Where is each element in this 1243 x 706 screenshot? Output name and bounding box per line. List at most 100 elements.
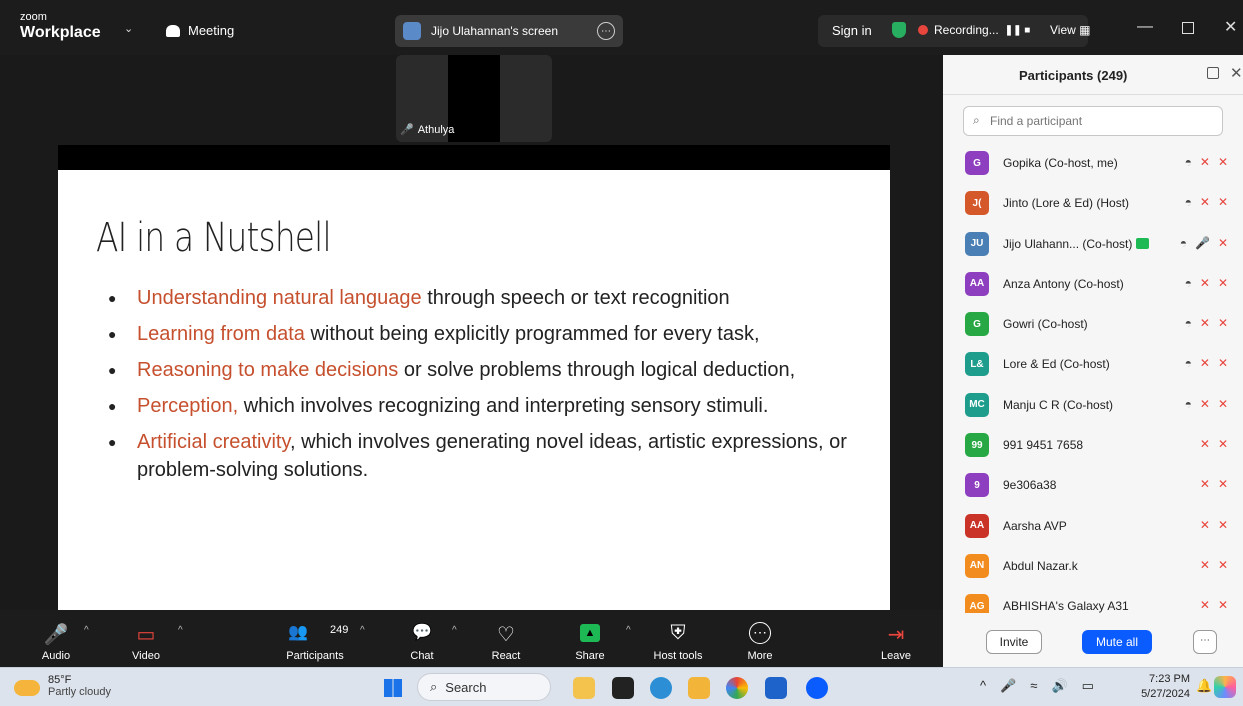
video-button[interactable]: ▭ Video bbox=[128, 610, 164, 667]
view-button[interactable]: View ▦ bbox=[1050, 23, 1090, 37]
mic-muted-icon[interactable]: ✕ bbox=[1200, 276, 1210, 290]
chat-caret-icon[interactable]: ^ bbox=[452, 625, 457, 636]
mic-muted-icon[interactable]: ✕ bbox=[1200, 558, 1210, 572]
mic-muted-icon[interactable]: ✕ bbox=[1200, 477, 1210, 491]
participant-avatar: 99 bbox=[965, 433, 989, 458]
participant-row[interactable]: G Gowri (Co-host) ◓ ✕ ✕ bbox=[943, 304, 1243, 344]
participant-status-icons: ◓ 🎤 ✕ bbox=[1180, 236, 1228, 250]
recording-indicator[interactable]: Recording... ❚❚ ■ bbox=[918, 23, 1030, 37]
mic-muted-icon[interactable]: ✕ bbox=[1200, 397, 1210, 411]
mic-muted-icon[interactable]: ✕ bbox=[1200, 155, 1210, 169]
participant-name: Manju C R (Co-host) bbox=[1003, 398, 1113, 412]
participant-row[interactable]: J(Jinto (Lore & Ed) (Host) ◓ ✕ ✕ bbox=[943, 183, 1243, 223]
invite-button[interactable]: Invite bbox=[986, 630, 1042, 654]
copilot-icon[interactable] bbox=[1214, 676, 1236, 698]
more-button[interactable]: ⋯ More bbox=[742, 610, 778, 667]
participant-row[interactable]: JU Jijo Ulahann... (Co-host) ◓ 🎤 ✕ bbox=[943, 224, 1243, 264]
react-button[interactable]: ♡ React bbox=[488, 610, 524, 667]
video-off-icon: ✕ bbox=[1217, 517, 1228, 532]
caption-icon: ◓ bbox=[1184, 195, 1192, 210]
video-caret-icon[interactable]: ^ bbox=[178, 625, 183, 636]
participant-status-icons: ◓ ✕ ✕ bbox=[1185, 195, 1228, 209]
wifi-icon[interactable]: ≈ bbox=[1030, 678, 1037, 694]
windows-start-icon[interactable] bbox=[384, 679, 402, 697]
search-input[interactable] bbox=[990, 107, 1210, 135]
share-button[interactable]: ▲ Share bbox=[572, 610, 608, 667]
participant-row[interactable]: AA Anza Antony (Co-host) ◓ ✕ ✕ bbox=[943, 264, 1243, 304]
mic-muted-icon[interactable]: ✕ bbox=[1200, 437, 1210, 451]
mic-muted-icon[interactable]: ✕ bbox=[1200, 518, 1210, 532]
mic-muted-icon[interactable]: ✕ bbox=[1200, 195, 1210, 209]
participants-caret-icon[interactable]: ^ bbox=[360, 625, 365, 636]
weather-widget[interactable]: 85°F Partly cloudy bbox=[14, 674, 111, 698]
participant-row[interactable]: MC Manju C R (Co-host) ◓ ✕ ✕ bbox=[943, 385, 1243, 425]
file-explorer-icon[interactable] bbox=[688, 677, 710, 699]
caption-icon: ◓ bbox=[1184, 396, 1192, 411]
volume-icon[interactable]: 🔊 bbox=[1051, 678, 1067, 694]
recording-label: Recording... bbox=[934, 23, 999, 37]
sign-in-button[interactable]: Sign in bbox=[832, 23, 872, 38]
participant-row[interactable]: 99 991 9451 7658 ✕ ✕ bbox=[943, 425, 1243, 465]
mute-all-button[interactable]: Mute all bbox=[1082, 630, 1152, 654]
thumbnail-tile-video[interactable] bbox=[448, 55, 500, 142]
minimize-icon[interactable]: — bbox=[1137, 18, 1153, 36]
share-caret-icon[interactable]: ^ bbox=[626, 625, 631, 636]
participant-name-text: Aarsha AVP bbox=[1003, 518, 1067, 533]
participant-name-text: 991 9451 7658 bbox=[1003, 438, 1084, 453]
slide-letterbox bbox=[58, 145, 890, 170]
chat-label: Chat bbox=[410, 650, 434, 662]
shield-icon[interactable] bbox=[892, 22, 906, 38]
participant-name: Jinto (Lore & Ed) (Host) bbox=[1003, 196, 1129, 210]
participant-row[interactable]: AN Abdul Nazar.k ✕ ✕ bbox=[943, 546, 1243, 586]
zoom-app-icon[interactable] bbox=[806, 677, 828, 699]
chevron-down-icon[interactable]: ⌄ bbox=[124, 22, 133, 35]
participant-row[interactable]: 9 9e306a38 ✕ ✕ bbox=[943, 465, 1243, 505]
close-icon[interactable]: ✕ bbox=[1224, 17, 1237, 37]
thumbnail-name-tag: 🎤 Athulya bbox=[400, 123, 454, 137]
system-clock[interactable]: 7:23 PM 5/27/2024 bbox=[1118, 672, 1190, 702]
widgets-app-icon[interactable] bbox=[573, 677, 595, 699]
participant-name-text: Abdul Nazar.k bbox=[1003, 558, 1078, 573]
more-icon[interactable]: ⋯ bbox=[597, 22, 615, 40]
microphone-icon[interactable]: 🎤 bbox=[1000, 678, 1016, 694]
task-view-icon[interactable] bbox=[612, 677, 634, 699]
popout-icon[interactable] bbox=[1207, 67, 1219, 79]
weather-temperature: 85°F bbox=[48, 674, 72, 686]
camera-app-icon[interactable] bbox=[765, 677, 787, 699]
edge-browser-icon[interactable] bbox=[650, 677, 672, 699]
participant-row[interactable]: G Gopika (Co-host, me) ◓ ✕ ✕ bbox=[943, 143, 1243, 183]
participant-search[interactable]: ⌕ bbox=[963, 106, 1223, 136]
meeting-button[interactable]: Meeting bbox=[166, 23, 234, 38]
shared-screen-indicator[interactable]: Jijo Ulahannan's screen ⋯ bbox=[395, 15, 623, 47]
presenter-avatar bbox=[403, 22, 421, 40]
mic-muted-icon[interactable]: ✕ bbox=[1200, 316, 1210, 330]
close-icon[interactable]: ✕ bbox=[1230, 64, 1243, 82]
participant-row[interactable]: AG ABHISHA's Galaxy A31 ✕ ✕ bbox=[943, 586, 1243, 613]
participant-row[interactable]: L& Lore & Ed (Co-host) ◓ ✕ ✕ bbox=[943, 344, 1243, 384]
participant-name-text: Jinto (Lore & Ed) (Host) bbox=[1003, 196, 1130, 211]
audio-button[interactable]: 🎤 Audio bbox=[38, 610, 74, 667]
chat-button[interactable]: 💬 Chat bbox=[404, 610, 440, 667]
mic-icon[interactable]: 🎤 bbox=[1195, 236, 1210, 250]
participant-row[interactable]: AA Aarsha AVP ✕ ✕ bbox=[943, 506, 1243, 546]
leave-button[interactable]: ⇥ Leave bbox=[876, 610, 916, 667]
battery-icon[interactable]: ▭ bbox=[1082, 678, 1094, 694]
notification-icon[interactable]: 🔔 bbox=[1196, 678, 1212, 694]
host-tools-button[interactable]: ⛨ Host tools bbox=[648, 610, 708, 667]
chevron-up-icon[interactable]: ^ bbox=[980, 678, 986, 694]
mic-muted-icon[interactable]: ✕ bbox=[1200, 356, 1210, 370]
shared-slide: AI in a Nutshell Understanding natural l… bbox=[58, 170, 890, 615]
host-tools-label: Host tools bbox=[653, 650, 703, 662]
mic-muted-icon[interactable]: ✕ bbox=[1200, 598, 1210, 612]
video-off-icon: ✕ bbox=[1217, 477, 1228, 492]
chrome-icon[interactable] bbox=[726, 677, 748, 699]
slide-bullet-list: Understanding natural language through s… bbox=[108, 284, 848, 492]
recording-controls[interactable]: ❚❚ ■ bbox=[1005, 25, 1031, 36]
shared-screen-label: Jijo Ulahannan's screen bbox=[431, 24, 559, 38]
participants-button[interactable]: 👥 249 Participants bbox=[280, 610, 350, 667]
maximize-icon[interactable] bbox=[1182, 22, 1194, 34]
taskbar-search[interactable]: ⌕ Search bbox=[417, 673, 551, 701]
thumbnail-tile[interactable] bbox=[500, 55, 552, 142]
audio-caret-icon[interactable]: ^ bbox=[84, 625, 89, 636]
more-options-button[interactable]: ⋯ bbox=[1193, 630, 1217, 654]
